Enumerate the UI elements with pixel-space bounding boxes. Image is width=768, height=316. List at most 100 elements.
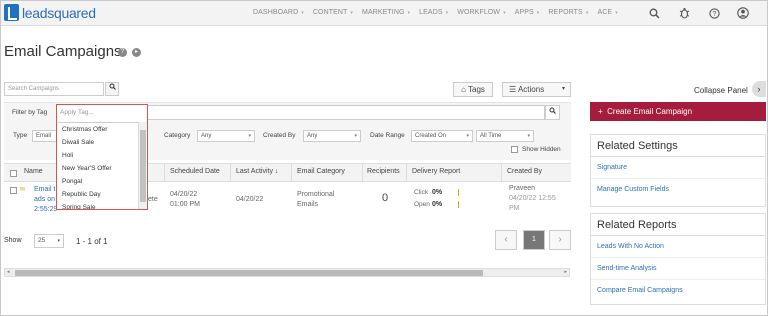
user-avatar-icon[interactable] [731,5,755,21]
row-checkbox[interactable] [10,187,17,194]
created-date: 04/20/22 12:55 [509,195,556,202]
chevron-right-icon: › [757,84,761,94]
video-play-icon[interactable]: ▸ [132,48,141,57]
tag-option[interactable]: Pongal [58,175,146,188]
open-label: Open [414,201,430,208]
click-rate: 0% [432,189,443,196]
nav-apps[interactable]: APPS ▾ [515,9,540,16]
column-name[interactable]: Name [24,168,43,175]
brand-logo[interactable]: leadsquared [4,4,96,21]
tags-button[interactable]: ⌂ Tags [453,82,493,97]
prev-page-button[interactable]: ‹ [495,230,517,250]
chevron-right-icon: › [558,234,562,245]
created-by-label: Created By [263,132,296,139]
search-button[interactable] [105,82,119,96]
send-time-analysis-link[interactable]: Send-time Analysis [591,258,765,280]
created-by-name: Praveen [509,185,536,192]
column-divider [230,163,231,182]
type-label: Type [13,132,28,139]
column-created-by[interactable]: Created By [507,168,542,175]
search-input[interactable]: Search Campaigns [4,82,104,96]
dropdown-scroll-thumb[interactable] [140,130,146,202]
compare-email-campaigns-link[interactable]: Compare Email Campaigns [591,280,765,302]
campaign-name-link[interactable]: Email t [34,185,55,195]
collapse-panel-label[interactable]: Collapse Panel [694,86,748,95]
last-activity: 04/20/22 [236,196,264,203]
date-range-label: Date Range [370,132,405,139]
app-window: leadsquared DASHBOARD ▾ CONTENT ▾ MARKETIN… [0,0,768,316]
logo-icon [4,4,19,21]
show-hidden-checkbox[interactable] [511,146,518,153]
actions-dropdown[interactable]: ☰ Actions ▾ [502,82,571,97]
help-icon[interactable]: ? [118,48,127,57]
date-range-select[interactable]: All Time ▾ [476,130,534,142]
create-email-campaign-button[interactable]: + Create Email Campaign [590,102,766,121]
nav-ace[interactable]: ACE ▾ [597,9,617,16]
tag-dropdown-placeholder[interactable]: Apply Tag... [60,109,94,116]
related-settings-title: Related Settings [591,135,765,157]
tag-option[interactable]: Diwali Sale [58,136,146,149]
column-recipients[interactable]: Recipients [367,168,400,175]
scroll-left-icon[interactable]: ◂ [7,269,10,276]
tag-option[interactable]: Holi [58,149,146,162]
signature-link[interactable]: Signature [591,157,765,179]
column-divider [291,163,292,182]
search-icon [109,83,116,90]
brand-name: leadsquared [22,4,96,21]
campaign-name-link-line2[interactable]: ads on [34,195,55,205]
search-icon [549,107,556,114]
next-page-button[interactable]: › [549,230,571,250]
category-select[interactable]: Any ▾ [197,130,255,142]
campaign-name-link-line3[interactable]: 2:55:29 [34,205,57,215]
nav-marketing[interactable]: MARKETING ▾ [362,9,410,16]
created-time: PM [509,205,520,212]
column-divider [501,163,502,182]
open-rate: 0% [432,201,443,208]
created-by-select[interactable]: Any ▾ [303,130,361,142]
manage-custom-fields-link[interactable]: Manage Custom Fields [591,179,765,201]
column-scheduled-date[interactable]: Scheduled Date [170,168,220,175]
select-all-checkbox[interactable] [10,170,17,177]
leads-with-no-action-link[interactable]: Leads With No Action [591,236,765,258]
tag-icon: ⌂ [461,85,466,94]
category-label: Category [164,132,191,139]
nav-reports[interactable]: REPORTS ▾ [548,9,588,16]
column-delivery-report[interactable]: Delivery Report [412,168,460,175]
horizontal-scrollbar[interactable]: ◂ ▸ [4,268,570,277]
top-navigation: leadsquared DASHBOARD ▾ CONTENT ▾ MARKETIN… [1,1,767,26]
page-size-select[interactable]: 25 ▾ [34,234,64,248]
current-page-button[interactable]: 1 [523,230,545,250]
tag-options-list: Christmas Offer Diwali Sale Holi New Yea… [58,122,146,209]
column-last-activity[interactable]: Last Activity ↓ [236,168,278,175]
column-email-category[interactable]: Email Category [297,168,345,175]
scroll-right-icon[interactable]: ▸ [564,269,567,276]
nav-dashboard[interactable]: DASHBOARD ▾ [253,9,304,16]
tag-option[interactable]: New Year'S Offer [58,162,146,175]
column-divider [164,163,165,182]
help-icon[interactable]: ? [702,5,726,21]
collapse-panel-button[interactable]: › [752,81,766,97]
tag-search-button[interactable] [545,105,560,120]
search-icon[interactable] [642,5,666,21]
bug-icon[interactable] [672,5,696,21]
tag-option[interactable]: Republic Day [58,188,146,201]
nav-workflow[interactable]: WORKFLOW ▾ [457,9,505,16]
horizontal-scroll-thumb[interactable] [15,270,483,276]
dropdown-scrollbar[interactable] [138,122,146,209]
tag-option[interactable]: Christmas Offer [58,123,146,136]
plus-icon: + [598,107,603,116]
related-settings-panel: Related Settings Signature Manage Custom… [590,134,766,207]
menu-icon: ☰ [509,85,517,94]
tag-option[interactable]: Spring Sale [58,201,146,209]
tag-dropdown: Apply Tag... Christmas Offer Diwali Sale… [56,104,148,210]
email-category-line2: Emails [297,201,319,208]
filter-by-tag-label: Filter by Tag [12,109,48,116]
related-reports-title: Related Reports [591,214,765,236]
row-action-delete[interactable]: ete [148,195,158,205]
date-field-select[interactable]: Created On ▾ [411,130,473,142]
show-hidden-label: Show Hidden [522,146,561,153]
open-bar [458,201,459,208]
page-title: Email Campaigns [4,43,122,60]
nav-leads[interactable]: LEADS ▾ [419,9,448,16]
nav-content[interactable]: CONTENT ▾ [313,9,353,16]
